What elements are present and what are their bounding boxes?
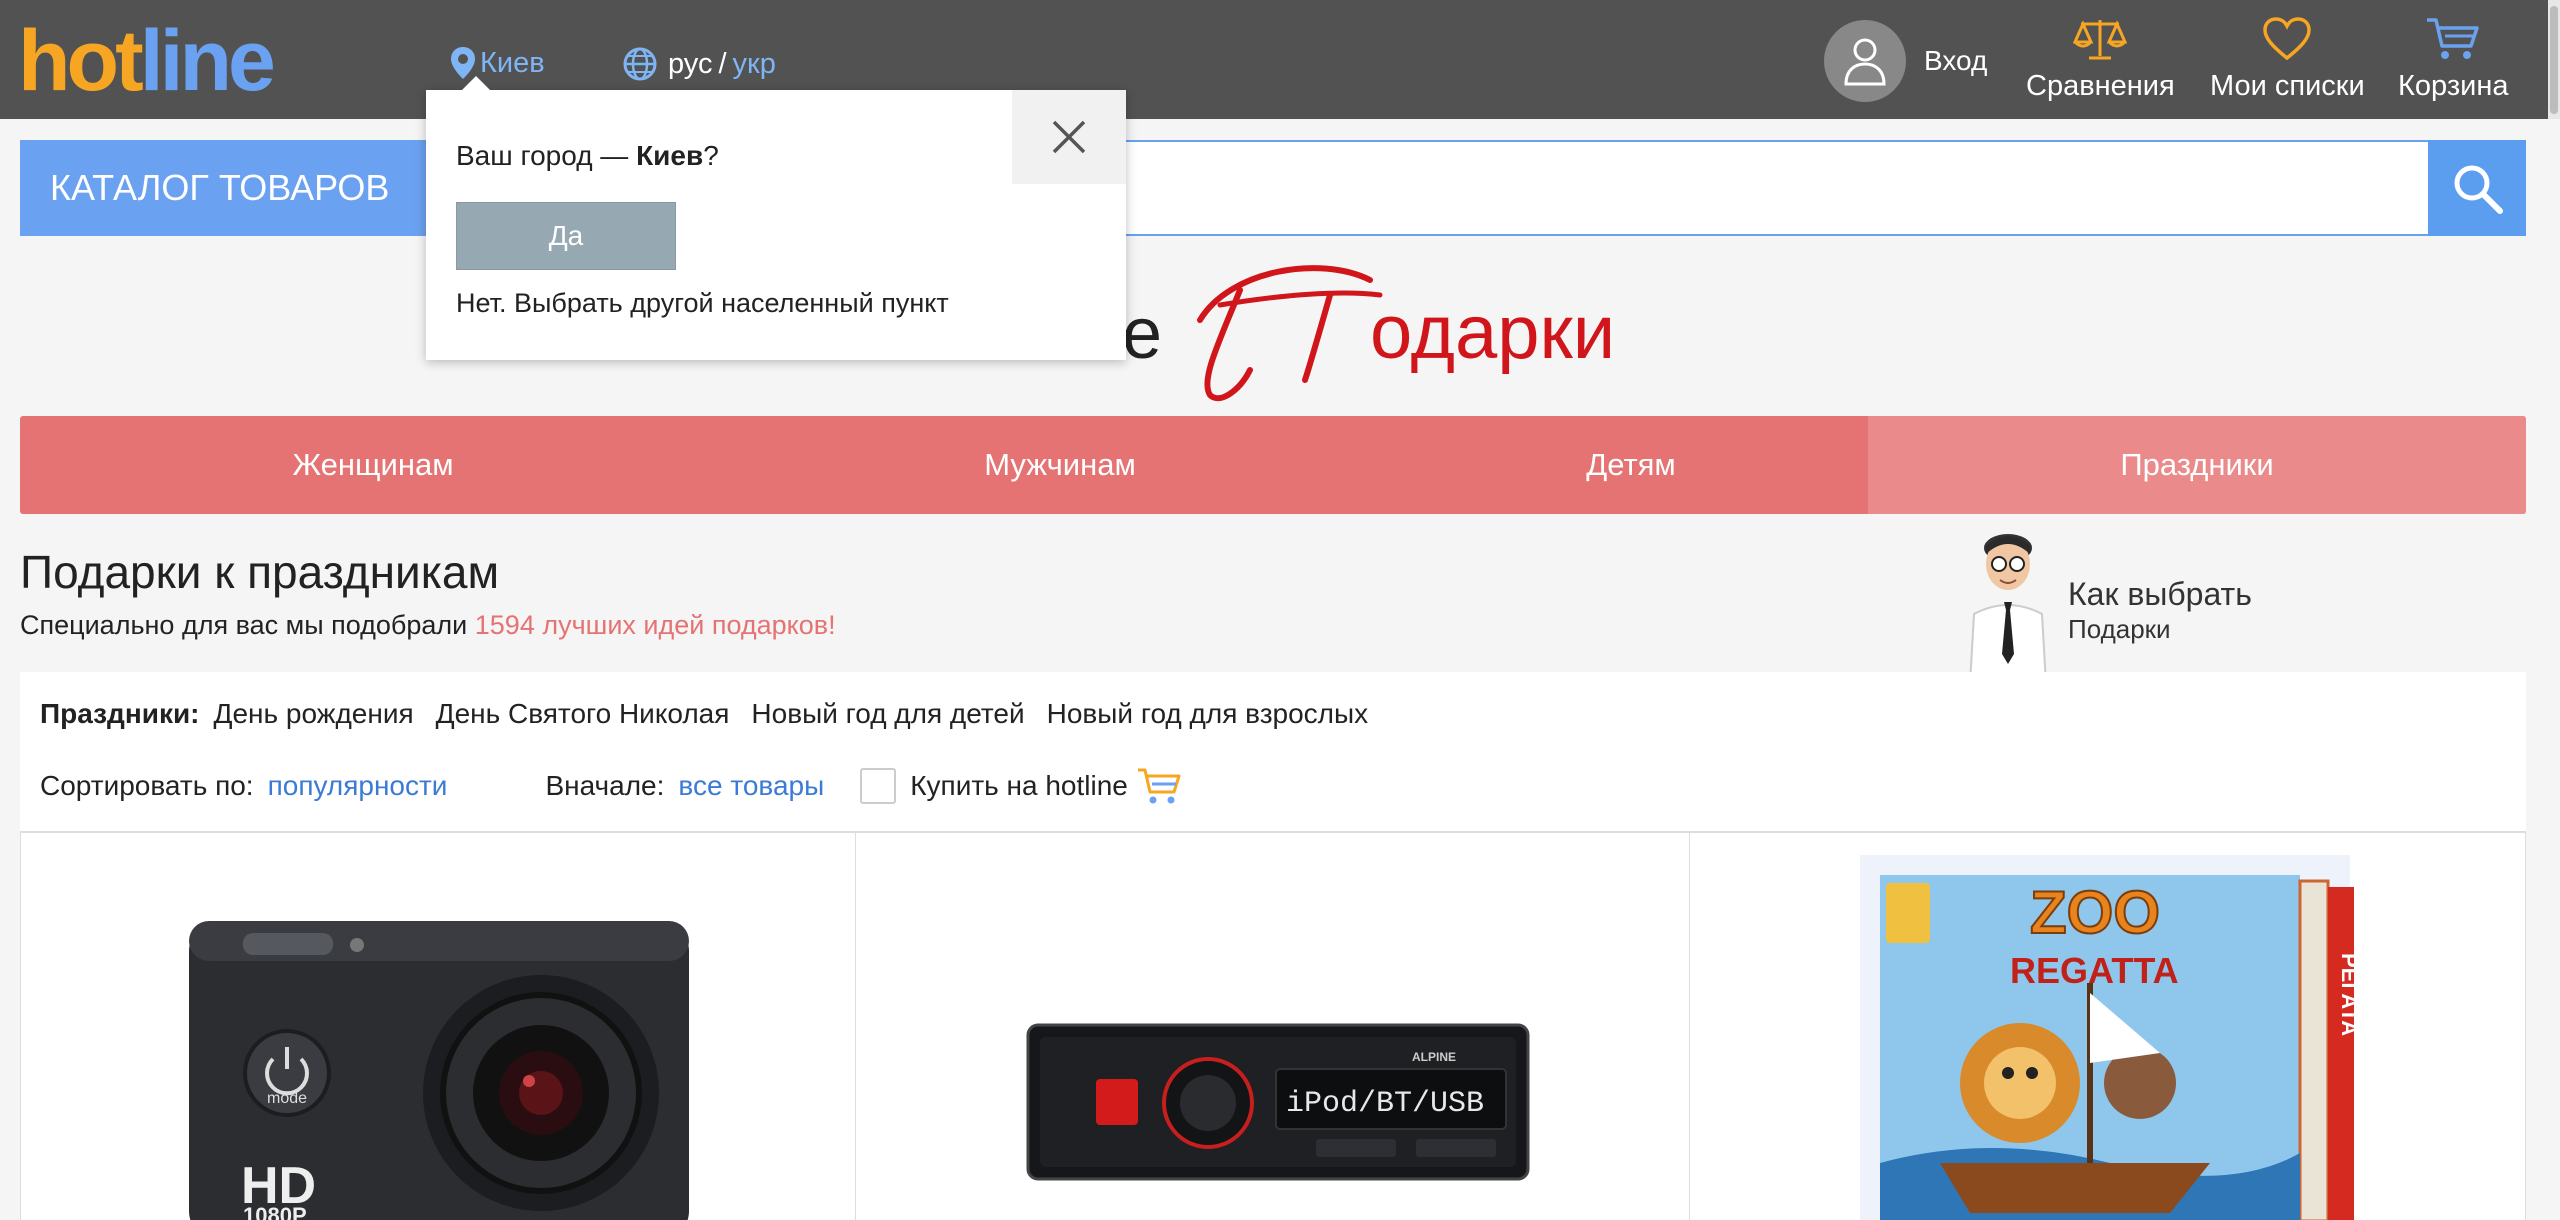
lang-ru[interactable]: рус <box>668 48 712 81</box>
my-lists-button[interactable]: Мои списки <box>2210 16 2365 103</box>
product-card[interactable]: mode HD 1080P <box>21 833 856 1220</box>
holiday-new-year-kids[interactable]: Новый год для детей <box>751 698 1024 730</box>
cart-icon <box>2427 18 2479 59</box>
catalog-button[interactable]: КАТАЛОГ ТОВАРОВ <box>20 140 440 236</box>
how-to-choose-sub[interactable]: Подарки <box>2068 614 2171 645</box>
city-confirm-popup: Ваш город — Киев? Да Нет. Выбрать другой… <box>426 76 1126 360</box>
car-radio-image[interactable]: iPod/BT/USB ALPINE <box>856 833 1691 1220</box>
city-selector[interactable]: Киев <box>450 46 545 80</box>
svg-text:iPod/BT/USB: iPod/BT/USB <box>1286 1087 1484 1121</box>
search-button[interactable] <box>2428 140 2526 236</box>
svg-text:РЕГАТА: РЕГАТА <box>2337 953 2362 1036</box>
my-lists-label: Мои списки <box>2210 70 2365 102</box>
svg-text:ALPINE: ALPINE <box>1412 1050 1456 1064</box>
banner-text-partial: e <box>1122 294 1162 374</box>
close-icon <box>1052 120 1086 154</box>
compare-button[interactable]: Сравнения <box>2026 16 2175 103</box>
cart-label: Корзина <box>2398 70 2509 102</box>
city-name: Киев <box>480 46 545 79</box>
popup-city-name: Киев <box>636 140 704 171</box>
location-pin-icon <box>451 47 475 79</box>
login-label: Вход <box>1924 45 1988 76</box>
lang-uk[interactable]: укр <box>733 48 776 81</box>
choose-other-city-link[interactable]: Нет. Выбрать другой населенный пункт <box>456 288 949 319</box>
svg-text:hotline: hotline <box>18 20 273 102</box>
site-header: hotline Киев рус / укр Вход Сравнения Мо… <box>0 0 2560 119</box>
board-game-image[interactable]: РЕГАТА ZOO REGATTA <box>1690 833 2525 1220</box>
cart-button[interactable]: Корзина <box>2398 16 2508 103</box>
sort-label: Сортировать по: <box>40 770 254 801</box>
buy-on-hotline-checkbox[interactable] <box>860 768 897 804</box>
search-icon <box>2454 165 2503 214</box>
user-avatar-icon <box>1824 20 1906 102</box>
holiday-new-year-adults[interactable]: Новый год для взрослых <box>1047 698 1369 730</box>
first-label: Вначале: <box>545 770 665 801</box>
globe-icon <box>623 47 657 81</box>
heart-icon <box>2263 17 2312 61</box>
page-scrollbar[interactable] <box>2548 0 2560 119</box>
scales-icon <box>2073 20 2128 60</box>
product-card[interactable]: iPod/BT/USB ALPINE <box>856 833 1691 1220</box>
how-to-choose-title[interactable]: Как выбрать <box>2068 576 2252 613</box>
city-question: Ваш город — Киев? <box>456 140 719 171</box>
svg-text:ZOO: ZOO <box>2030 879 2160 946</box>
holidays-label: Праздники: <box>40 698 200 729</box>
lang-separator: / <box>718 47 727 80</box>
category-nav: Женщинам Мужчинам Детям Праздники <box>20 416 2526 514</box>
svg-text:mode: mode <box>267 1090 307 1107</box>
compare-label: Сравнения <box>2026 70 2175 102</box>
svg-text:REGATTA: REGATTA <box>2010 950 2179 991</box>
banner-script-text: одарки <box>1370 290 1615 375</box>
holiday-birthday[interactable]: День рождения <box>214 698 414 730</box>
login-button[interactable]: Вход <box>1824 20 1987 102</box>
buy-on-hotline-label[interactable]: Купить на hotline <box>910 770 1128 802</box>
category-kids[interactable]: Детям <box>1394 416 1868 514</box>
sort-select[interactable]: популярности <box>268 770 448 802</box>
action-camera-image[interactable]: mode HD 1080P <box>21 833 856 1220</box>
filters-panel: Праздники: День рождения День Святого Ни… <box>20 672 2526 832</box>
popup-close-button[interactable] <box>1012 90 1126 184</box>
products-grid: mode HD 1080P iPod/BT/USB ALPINE РЕГАТА … <box>20 832 2526 1220</box>
first-select[interactable]: все товары <box>678 770 824 802</box>
confirm-city-button[interactable]: Да <box>456 202 676 270</box>
catalog-label: КАТАЛОГ ТОВАРОВ <box>50 167 390 208</box>
product-card[interactable]: РЕГАТА ZOO REGATTA <box>1690 833 2525 1220</box>
category-men[interactable]: Мужчинам <box>726 416 1394 514</box>
hotline-logo[interactable]: hotline <box>18 20 320 102</box>
ideas-count: 1594 лучших идей подарков! <box>474 610 836 640</box>
cart-icon <box>1137 768 1181 804</box>
sort-row: Сортировать по: популярности Вначале: вс… <box>40 766 1182 806</box>
page-subtitle: Специально для вас мы подобрали 1594 луч… <box>20 610 836 640</box>
svg-text:1080P: 1080P <box>243 1203 307 1220</box>
category-holidays[interactable]: Праздники <box>1868 416 2526 514</box>
holidays-filter: Праздники: День рождения День Святого Ни… <box>40 698 1368 730</box>
language-switch: рус / укр <box>622 46 776 82</box>
page-title: Подарки к праздникам <box>20 546 500 598</box>
holiday-st-nicholas[interactable]: День Святого Николая <box>436 698 730 730</box>
category-women[interactable]: Женщинам <box>20 416 726 514</box>
